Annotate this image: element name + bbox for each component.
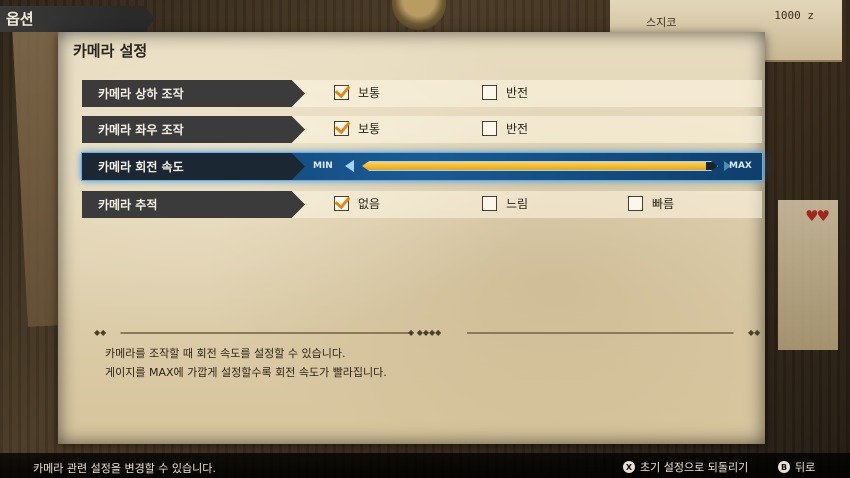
bottom-bar: 카메라 관련 설정을 변경할 수 있습니다. X 초기 설정으로 되돌리기 B … xyxy=(0,453,850,478)
speed-slider[interactable] xyxy=(362,161,718,171)
checkbox[interactable] xyxy=(628,196,643,211)
divider-ornament-icon: ◆◆ xyxy=(94,328,107,337)
checkbox[interactable] xyxy=(482,85,497,100)
divider-ornament-icon: ◆◆ xyxy=(748,328,761,337)
note-label: 스지코 xyxy=(646,16,677,29)
setting-row-tracking[interactable]: 카메라 추적 없음 느림 빠름 xyxy=(82,191,762,218)
option-fast[interactable]: 빠름 xyxy=(628,195,674,212)
option-invert[interactable]: 반전 xyxy=(482,84,528,101)
setting-row-horizontal[interactable]: 카메라 좌우 조작 보통 반전 xyxy=(82,116,762,143)
back-button[interactable]: B 뒤로 xyxy=(778,459,815,475)
panel-title: 카메라 설정 xyxy=(73,42,148,60)
setting-label: 카메라 회전 속도 xyxy=(82,153,305,180)
slider-decrease-icon[interactable] xyxy=(345,160,354,172)
checkbox-checked[interactable] xyxy=(334,121,349,136)
slider-min-label: MIN xyxy=(313,161,333,171)
description-line: 게이지를 MAX에 가깝게 설정할수록 회전 속도가 빨라집니다. xyxy=(105,366,387,379)
setting-label: 카메라 상하 조작 xyxy=(82,80,305,107)
option-normal[interactable]: 보통 xyxy=(334,84,380,101)
option-label: 보통 xyxy=(358,86,381,100)
x-button-icon: X xyxy=(623,461,635,473)
option-slow[interactable]: 느림 xyxy=(482,195,528,212)
b-button-icon: B xyxy=(778,461,790,473)
reset-button[interactable]: X 초기 설정으로 되돌리기 xyxy=(623,459,748,475)
option-label: 반전 xyxy=(506,122,529,136)
checkbox-checked[interactable] xyxy=(334,196,349,211)
reset-label: 초기 설정으로 되돌리기 xyxy=(640,461,749,474)
option-label: 없음 xyxy=(358,197,381,211)
money-readout: 1000 z xyxy=(774,9,814,22)
slider-max-label: MAX xyxy=(729,161,752,171)
page-title: 옵션 xyxy=(6,10,34,28)
option-normal[interactable]: 보통 xyxy=(334,120,380,137)
settings-panel: 카메라 설정 카메라 상하 조작 보통 반전 카메라 좌우 조작 보통 반전 카… xyxy=(58,32,765,444)
setting-row-rotation-speed[interactable]: 카메라 회전 속도 MIN MAX xyxy=(82,153,762,180)
checkbox-checked[interactable] xyxy=(334,85,349,100)
setting-row-vertical[interactable]: 카메라 상하 조작 보통 반전 xyxy=(82,80,762,107)
footer-hint: 카메라 관련 설정을 변경할 수 있습니다. xyxy=(33,462,216,475)
checkbox[interactable] xyxy=(482,196,497,211)
divider-ornament-icon: ◆ ◆◆◆◆ xyxy=(408,328,442,337)
setting-label: 카메라 좌우 조작 xyxy=(82,116,305,143)
checkbox[interactable] xyxy=(482,121,497,136)
hearts-icon: ♥♥ xyxy=(805,207,830,225)
slider-fill xyxy=(363,162,707,170)
setting-label: 카메라 추적 xyxy=(82,191,305,218)
option-label: 빠름 xyxy=(652,197,675,211)
back-label: 뒤로 xyxy=(795,461,816,474)
option-label: 보통 xyxy=(358,122,381,136)
option-label: 느림 xyxy=(506,197,529,211)
option-label: 반전 xyxy=(506,86,529,100)
option-invert[interactable]: 반전 xyxy=(482,120,528,137)
description-line: 카메라를 조작할 때 회전 속도를 설정할 수 있습니다. xyxy=(105,347,346,360)
option-none[interactable]: 없음 xyxy=(334,195,380,212)
